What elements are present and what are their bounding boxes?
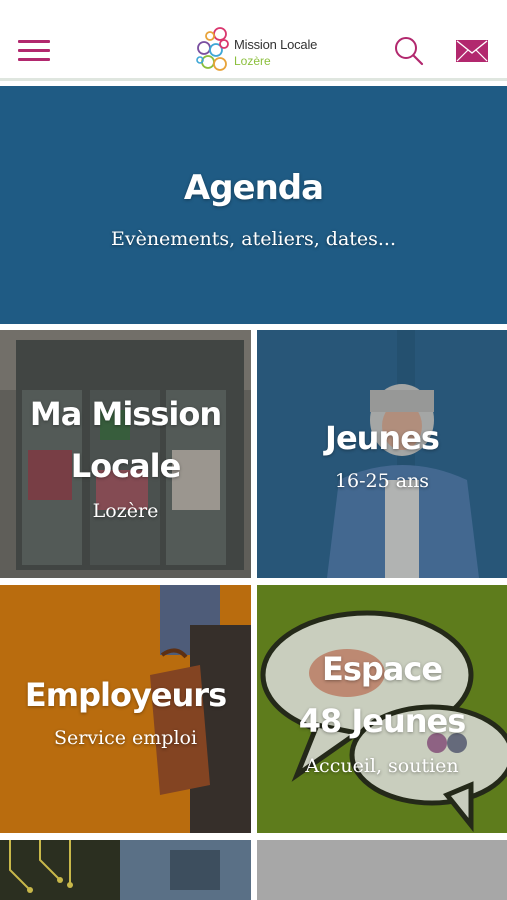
logo-title: Mission Locale [234, 37, 318, 52]
hamburger-icon-bar [18, 58, 50, 61]
espace-title-line1: Espace [321, 650, 443, 688]
espace-subtitle: Accueil, soutien [305, 755, 459, 777]
mission-title-line2: Locale [70, 447, 182, 485]
grey-tile[interactable] [257, 840, 507, 900]
espace-title-line2: 48 Jeunes [298, 702, 467, 740]
employeurs-tile[interactable]: Employeurs Service emploi [0, 585, 251, 833]
ma-mission-locale-tile[interactable]: Ma Mission Locale Lozère [0, 330, 251, 578]
jeunes-subtitle: 16-25 ans [334, 470, 430, 492]
app-header: Mission Locale Lozère [0, 0, 507, 80]
hamburger-icon-bar [18, 49, 50, 52]
agenda-tile[interactable]: Agenda Evènements, ateliers, dates... [0, 86, 507, 324]
agenda-title: Agenda [183, 168, 324, 208]
mail-icon [456, 40, 488, 62]
employeurs-title: Employeurs [24, 676, 227, 714]
logo-circles-icon [196, 27, 229, 71]
jeunes-tile[interactable]: Jeunes 16-25 ans [257, 330, 507, 578]
employeurs-subtitle: Service emploi [53, 727, 198, 749]
menu-button[interactable] [18, 40, 52, 64]
mission-locale-logo[interactable]: Mission Locale Lozère [196, 26, 318, 78]
espace-48-jeunes-tile[interactable]: Espace 48 Jeunes Accueil, soutien [257, 585, 507, 833]
mission-text-block: Ma Mission Locale Lozère [0, 388, 251, 522]
logo-subtitle: Lozère [234, 54, 271, 68]
jeunes-text-block: Jeunes 16-25 ans [257, 412, 507, 492]
circuit-tile[interactable] [0, 840, 251, 900]
circuit-photo [0, 840, 251, 900]
header-divider [0, 78, 507, 81]
agenda-subtitle: Evènements, ateliers, dates... [110, 228, 397, 250]
search-icon [395, 37, 424, 66]
mission-subtitle: Lozère [92, 500, 159, 522]
search-button[interactable] [394, 36, 424, 66]
mission-title-line1: Ma Mission [29, 395, 222, 433]
employeurs-text-block: Employeurs Service emploi [0, 669, 251, 749]
espace-text-block: Espace 48 Jeunes Accueil, soutien [257, 643, 507, 777]
hamburger-icon-bar [18, 40, 50, 43]
contact-button[interactable] [456, 40, 490, 64]
jeunes-title: Jeunes [325, 419, 440, 457]
